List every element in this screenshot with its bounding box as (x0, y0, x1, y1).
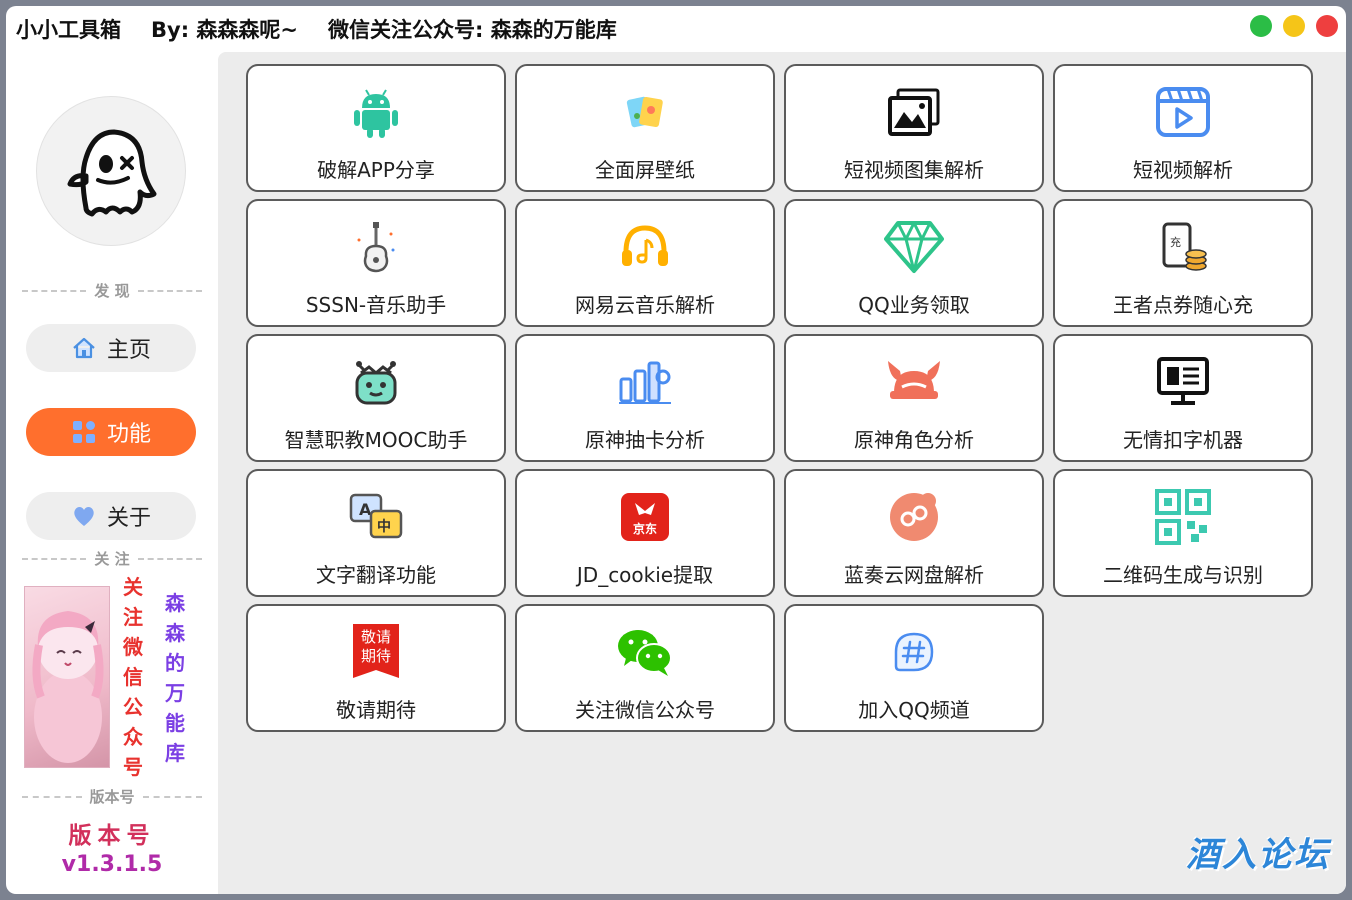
mascot-image (24, 586, 110, 768)
qr-code-icon (1151, 485, 1215, 549)
channel-icon (882, 620, 946, 684)
nav-home-button[interactable]: 主页 (26, 324, 196, 372)
card-video-parse[interactable]: 短视频解析 (1053, 64, 1313, 192)
wechat-label: 微信关注公众号: 森森的万能库 (328, 18, 617, 42)
home-icon (71, 335, 97, 361)
card-label: 文字翻译功能 (316, 563, 436, 587)
card-label: 全面屏壁纸 (595, 158, 695, 182)
headphones-icon (613, 215, 677, 279)
feature-panel: 破解APP分享 全面屏壁纸 短视频图集解析 短视频解析 SSSN-音乐助手 网易… (218, 52, 1346, 894)
horned-helmet-icon (882, 350, 946, 414)
section-divider-follow: 关 注 (14, 548, 210, 569)
video-icon (1151, 80, 1215, 144)
card-label: 蓝奏云网盘解析 (844, 563, 984, 587)
card-wallpaper[interactable]: 全面屏壁纸 (515, 64, 775, 192)
card-label: 无情扣字机器 (1123, 428, 1243, 452)
ghost-avatar-icon (67, 129, 157, 217)
sidebar: 发 现 主页 功能 关于 关 注 关注微信公众号 森森的万能库 版本号 版本号 … (6, 52, 218, 894)
card-label: 原神角色分析 (854, 428, 974, 452)
card-mooc-assistant[interactable]: 智慧职教MOOC助手 (246, 334, 506, 462)
nav-features-button[interactable]: 功能 (26, 408, 196, 456)
card-label: 二维码生成与识别 (1103, 563, 1263, 587)
card-label: 加入QQ频道 (858, 698, 970, 722)
author-label: By: 森森森呢~ (151, 18, 298, 42)
card-qr-code[interactable]: 二维码生成与识别 (1053, 469, 1313, 597)
card-coming-soon[interactable]: 敬请期待 敬请期待 (246, 604, 506, 732)
coming-soon-icon: 敬请期待 (344, 620, 408, 684)
section-divider-discover: 发 现 (14, 280, 210, 301)
card-game-coupon[interactable]: 充 王者点券随心充 (1053, 199, 1313, 327)
card-label: SSSN-音乐助手 (305, 293, 447, 317)
robot-icon (344, 350, 408, 414)
wechat-icon (613, 620, 677, 684)
section-divider-version: 版本号 (14, 786, 210, 807)
card-qq-service[interactable]: QQ业务领取 (784, 199, 1044, 327)
svg-text:充: 充 (1170, 235, 1181, 249)
coin-phone-icon: 充 (1151, 215, 1215, 279)
monitor-icon (1151, 350, 1215, 414)
card-label: 智慧职教MOOC助手 (284, 428, 468, 452)
card-translate[interactable]: A中 文字翻译功能 (246, 469, 506, 597)
title-bar: 小小工具箱 By: 森森森呢~ 微信关注公众号: 森森的万能库 (6, 6, 1346, 52)
minimize-button[interactable] (1283, 15, 1305, 37)
avatar (36, 96, 186, 246)
follow-wechat-text: 关注微信公众号 (123, 575, 143, 779)
card-label: 敬请期待 (336, 698, 416, 722)
card-crack-app[interactable]: 破解APP分享 (246, 64, 506, 192)
image-gallery-icon (882, 80, 946, 144)
follow-account-text: 森森的万能库 (165, 591, 185, 765)
card-genshin-gacha[interactable]: 原神抽卡分析 (515, 334, 775, 462)
card-qq-channel[interactable]: 加入QQ频道 (784, 604, 1044, 732)
card-label: 短视频图集解析 (844, 158, 984, 182)
grid-icon (71, 419, 97, 445)
app-window: 小小工具箱 By: 森森森呢~ 微信关注公众号: 森森的万能库 发 现 主页 功… (6, 6, 1346, 894)
window-controls (1250, 15, 1338, 37)
card-genshin-character[interactable]: 原神角色分析 (784, 334, 1044, 462)
close-button[interactable] (1316, 15, 1338, 37)
card-lanzou-disk[interactable]: 蓝奏云网盘解析 (784, 469, 1044, 597)
card-wechat-follow[interactable]: 关注微信公众号 (515, 604, 775, 732)
card-label: QQ业务领取 (858, 293, 970, 317)
card-label: 短视频解析 (1133, 158, 1233, 182)
forum-watermark: 酒入论坛 (1186, 835, 1330, 875)
cloud-disk-icon (882, 485, 946, 549)
version-number: v1.3.1.5 (61, 852, 163, 877)
anime-girl-illustration (32, 611, 104, 763)
jd-icon: 京东 (613, 485, 677, 549)
version-label: 版本号 (68, 823, 156, 849)
diamond-icon (882, 215, 946, 279)
svg-text:中: 中 (377, 518, 391, 535)
card-jd-cookie[interactable]: 京东 JD_cookie提取 (515, 469, 775, 597)
card-label: JD_cookie提取 (576, 563, 714, 587)
heart-icon (71, 503, 97, 529)
card-music-assistant[interactable]: SSSN-音乐助手 (246, 199, 506, 327)
card-label: 原神抽卡分析 (585, 428, 705, 452)
bar-chart-icon (613, 350, 677, 414)
card-netease-music[interactable]: 网易云音乐解析 (515, 199, 775, 327)
wallpaper-icon (613, 80, 677, 144)
app-title: 小小工具箱 (16, 18, 121, 42)
svg-text:京东: 京东 (633, 521, 657, 536)
translate-icon: A中 (344, 485, 408, 549)
maximize-button[interactable] (1250, 15, 1272, 37)
guitar-icon (344, 215, 408, 279)
card-label: 关注微信公众号 (575, 698, 715, 722)
android-icon (344, 80, 408, 144)
nav-about-button[interactable]: 关于 (26, 492, 196, 540)
card-label: 王者点券随心充 (1113, 293, 1253, 317)
card-label: 网易云音乐解析 (575, 293, 715, 317)
card-video-gallery[interactable]: 短视频图集解析 (784, 64, 1044, 192)
card-typing-bot[interactable]: 无情扣字机器 (1053, 334, 1313, 462)
card-label: 破解APP分享 (317, 158, 435, 182)
